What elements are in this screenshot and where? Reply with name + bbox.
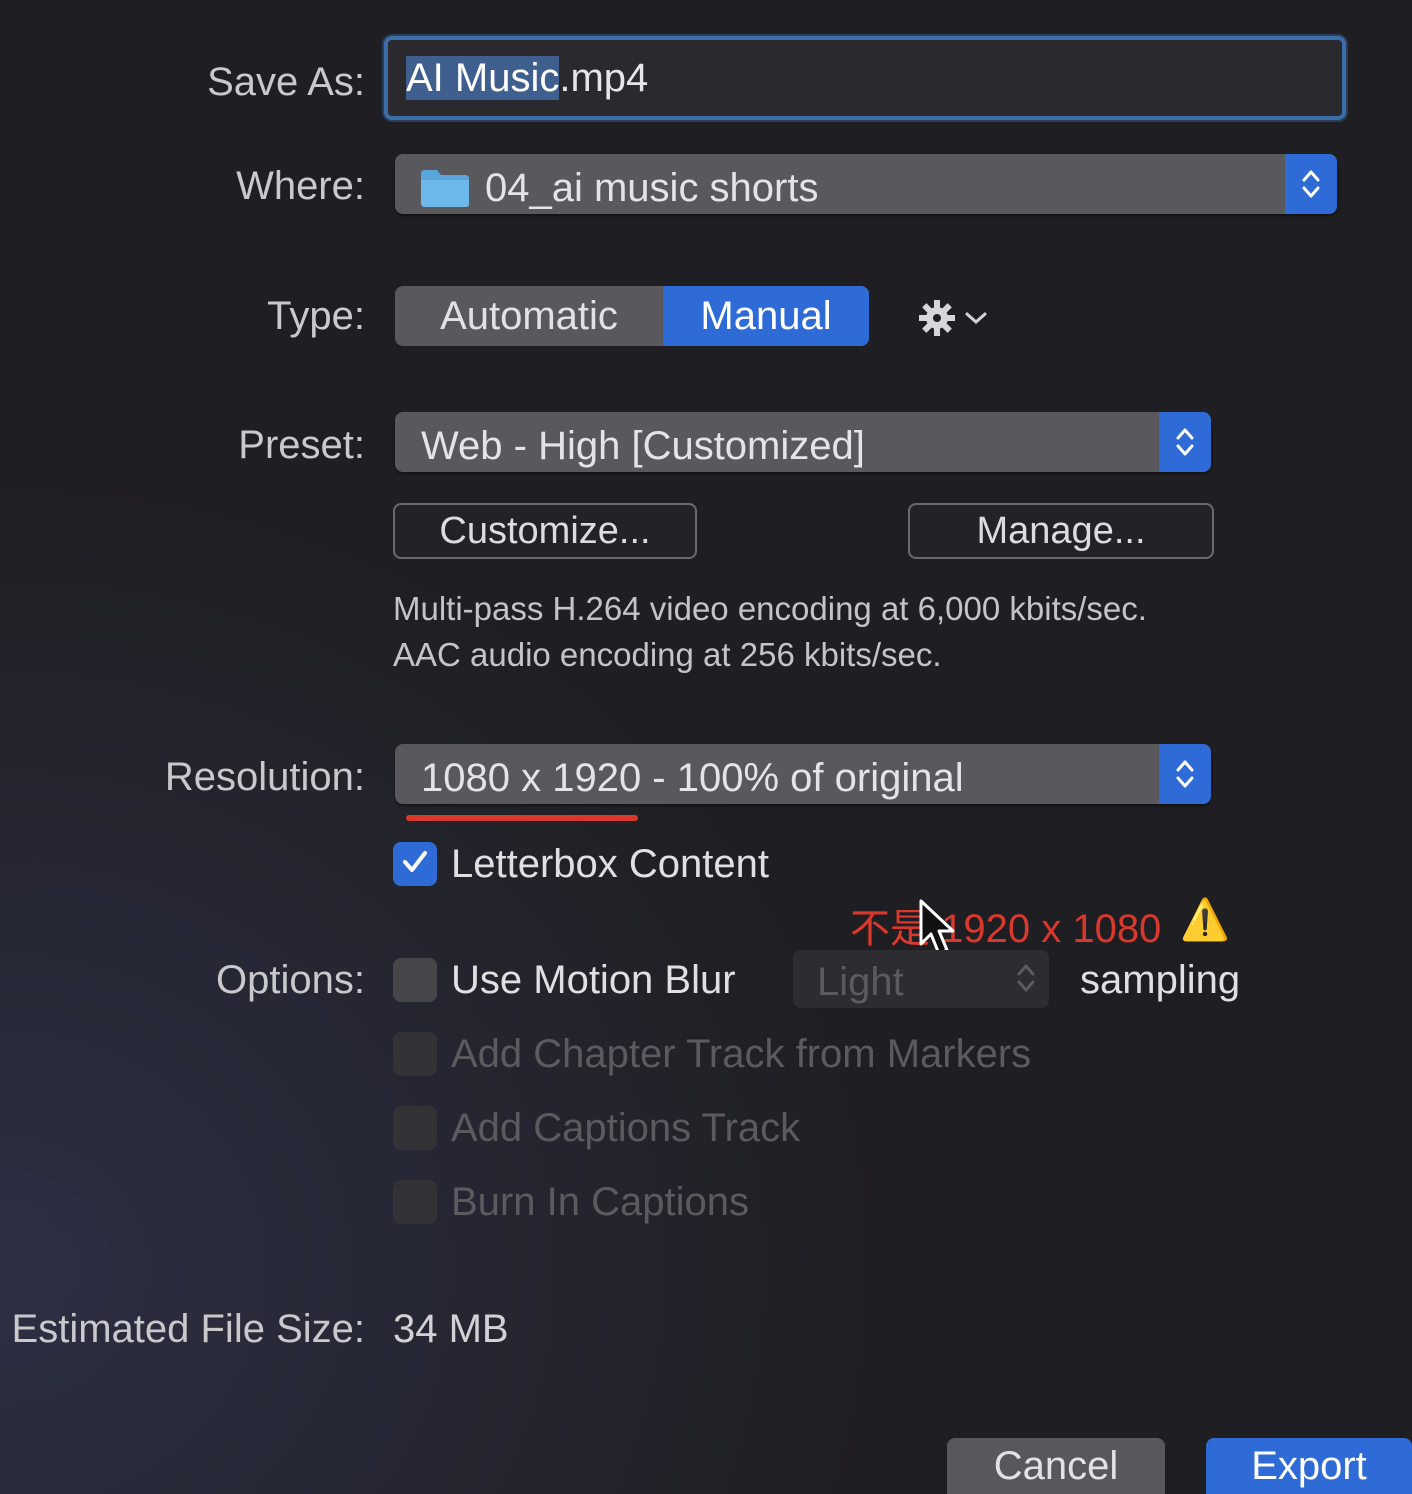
annotation-text: 不是 1920 x 1080: [850, 907, 1162, 951]
folder-icon: [419, 168, 471, 208]
letterbox-checkbox[interactable]: [393, 842, 437, 886]
manage-button[interactable]: Manage...: [908, 503, 1214, 559]
annotation-underline: [406, 815, 638, 821]
captions-track-label: Add Captions Track: [451, 1106, 801, 1150]
preset-value: Web - High [Customized]: [421, 424, 865, 468]
encoding-description-line2: AAC audio encoding at 256 kbits/sec.: [393, 636, 942, 673]
motion-blur-label: Use Motion Blur: [451, 958, 736, 1002]
where-label: Where:: [236, 164, 365, 208]
burn-captions-checkbox[interactable]: [393, 1180, 437, 1224]
letterbox-label: Letterbox Content: [451, 842, 769, 886]
sampling-popup[interactable]: Light: [793, 950, 1049, 1008]
burn-captions-label: Burn In Captions: [451, 1180, 749, 1224]
resolution-popup[interactable]: 1080 x 1920 - 100% of original: [395, 744, 1211, 804]
resolution-value: 1080 x 1920 - 100% of original: [421, 756, 964, 800]
customize-button[interactable]: Customize...: [393, 503, 697, 559]
type-manual-segment[interactable]: Manual: [663, 286, 869, 346]
preset-stepper-icon: [1159, 412, 1211, 472]
where-popup[interactable]: 04_ai music shorts: [395, 154, 1337, 214]
save-as-extension: .mp4: [559, 56, 649, 100]
chapter-track-label: Add Chapter Track from Markers: [451, 1032, 1032, 1076]
resolution-label: Resolution:: [164, 755, 365, 799]
type-automatic-segment[interactable]: Automatic: [395, 286, 663, 346]
estimated-size-label: Estimated File Size:: [11, 1307, 365, 1351]
chapter-track-checkbox[interactable]: [393, 1032, 437, 1076]
save-as-field[interactable]: AI Music.mp4: [384, 36, 1346, 120]
where-folder-name: 04_ai music shorts: [485, 166, 819, 210]
sampling-stepper-icon: [1015, 960, 1037, 1001]
save-as-value[interactable]: AI Music.mp4: [406, 56, 648, 101]
checkmark-icon: [400, 847, 430, 882]
options-label: Options:: [216, 958, 365, 1002]
motion-blur-checkbox[interactable]: [393, 958, 437, 1002]
where-stepper-icon: [1285, 154, 1337, 214]
preset-label: Preset:: [238, 423, 365, 467]
export-button[interactable]: Export: [1206, 1438, 1412, 1494]
warning-icon: ⚠️: [1180, 898, 1230, 942]
estimated-size-value: 34 MB: [393, 1307, 509, 1351]
settings-gear-menu[interactable]: [916, 296, 988, 340]
sampling-popup-value: Light: [817, 960, 904, 1004]
captions-track-checkbox[interactable]: [393, 1106, 437, 1150]
type-label: Type:: [267, 294, 365, 338]
sampling-label: sampling: [1080, 958, 1241, 1002]
save-as-selected-text: AI Music: [406, 56, 560, 100]
encoding-description-line1: Multi-pass H.264 video encoding at 6,000…: [393, 590, 1147, 627]
preset-popup[interactable]: Web - High [Customized]: [395, 412, 1211, 472]
type-segmented-control[interactable]: Automatic Manual: [395, 286, 869, 346]
resolution-stepper-icon: [1159, 744, 1211, 804]
save-as-label: Save As:: [207, 60, 365, 104]
cancel-button[interactable]: Cancel: [947, 1438, 1165, 1494]
